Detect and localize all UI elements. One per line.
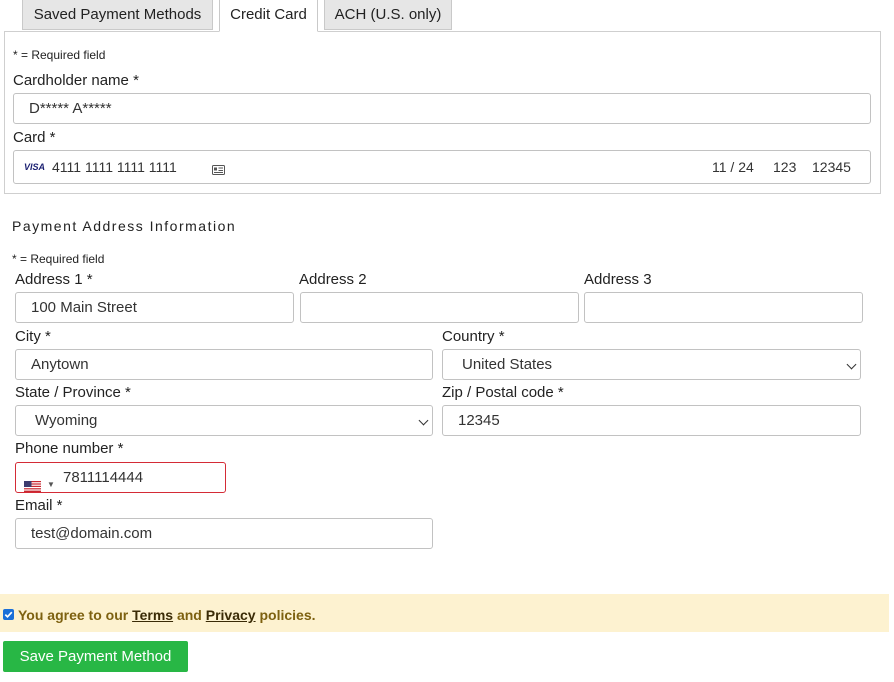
us-flag-icon[interactable] [24,473,41,492]
privacy-link[interactable]: Privacy [206,607,256,623]
card-scan-icon[interactable] [212,162,225,175]
agreement-prefix: You agree to our [18,607,133,623]
terms-link[interactable]: Terms [132,607,173,623]
phone-label: Phone number * [15,440,124,457]
card-expiry[interactable]: 11 / 24 [712,159,754,175]
city-input[interactable]: Anytown [15,349,433,380]
email-input[interactable]: test@domain.com [15,518,433,549]
agreement-text: You agree to our Terms and Privacy polic… [18,607,316,623]
chevron-down-icon [846,359,857,370]
phone-value: 7811114444 [63,469,144,486]
state-value: Wyoming [35,412,98,429]
address3-input[interactable] [584,292,863,323]
email-label: Email * [15,497,63,514]
country-select[interactable]: United States [442,349,861,380]
address-required-note: * = Required field [12,252,105,266]
address3-label: Address 3 [584,271,652,288]
card-zip[interactable]: 12345 [812,159,851,175]
phone-input[interactable]: ▼ 7811114444 [15,462,226,493]
card-number[interactable]: 4111 1111 1111 1111 [52,159,177,175]
zip-label: Zip / Postal code * [442,384,564,401]
address2-label: Address 2 [299,271,367,288]
payment-address-title: Payment Address Information [12,218,237,234]
address1-label: Address 1 * [15,271,93,288]
country-label: Country * [442,328,505,345]
zip-input[interactable]: 12345 [442,405,861,436]
tab-ach[interactable]: ACH (U.S. only) [324,0,452,30]
chevron-down-icon [418,415,429,426]
state-label: State / Province * [15,384,131,401]
caret-down-icon[interactable]: ▼ [47,470,55,499]
card-label: Card * [13,129,56,146]
agree-checkbox[interactable] [3,609,14,620]
state-select[interactable]: Wyoming [15,405,433,436]
address2-input[interactable] [300,292,579,323]
cardholder-name-input[interactable]: D***** A***** [13,93,871,124]
required-field-note: * = Required field [13,48,106,62]
save-payment-method-button[interactable]: Save Payment Method [3,641,188,672]
checkmark-icon [4,611,13,619]
address1-input[interactable]: 100 Main Street [15,292,294,323]
visa-icon: VISA [24,162,46,172]
country-value: United States [462,356,553,373]
tab-credit-card[interactable]: Credit Card [219,0,318,32]
card-cvc[interactable]: 123 [773,159,796,175]
city-label: City * [15,328,51,345]
agreement-suffix: policies. [255,607,316,623]
card-input[interactable]: VISA 4111 1111 1111 1111 11 / 24 123 123… [13,150,871,184]
agreement-and: and [173,607,206,623]
cardholder-name-label: Cardholder name * [13,72,139,89]
tab-saved-payment-methods[interactable]: Saved Payment Methods [22,0,213,30]
